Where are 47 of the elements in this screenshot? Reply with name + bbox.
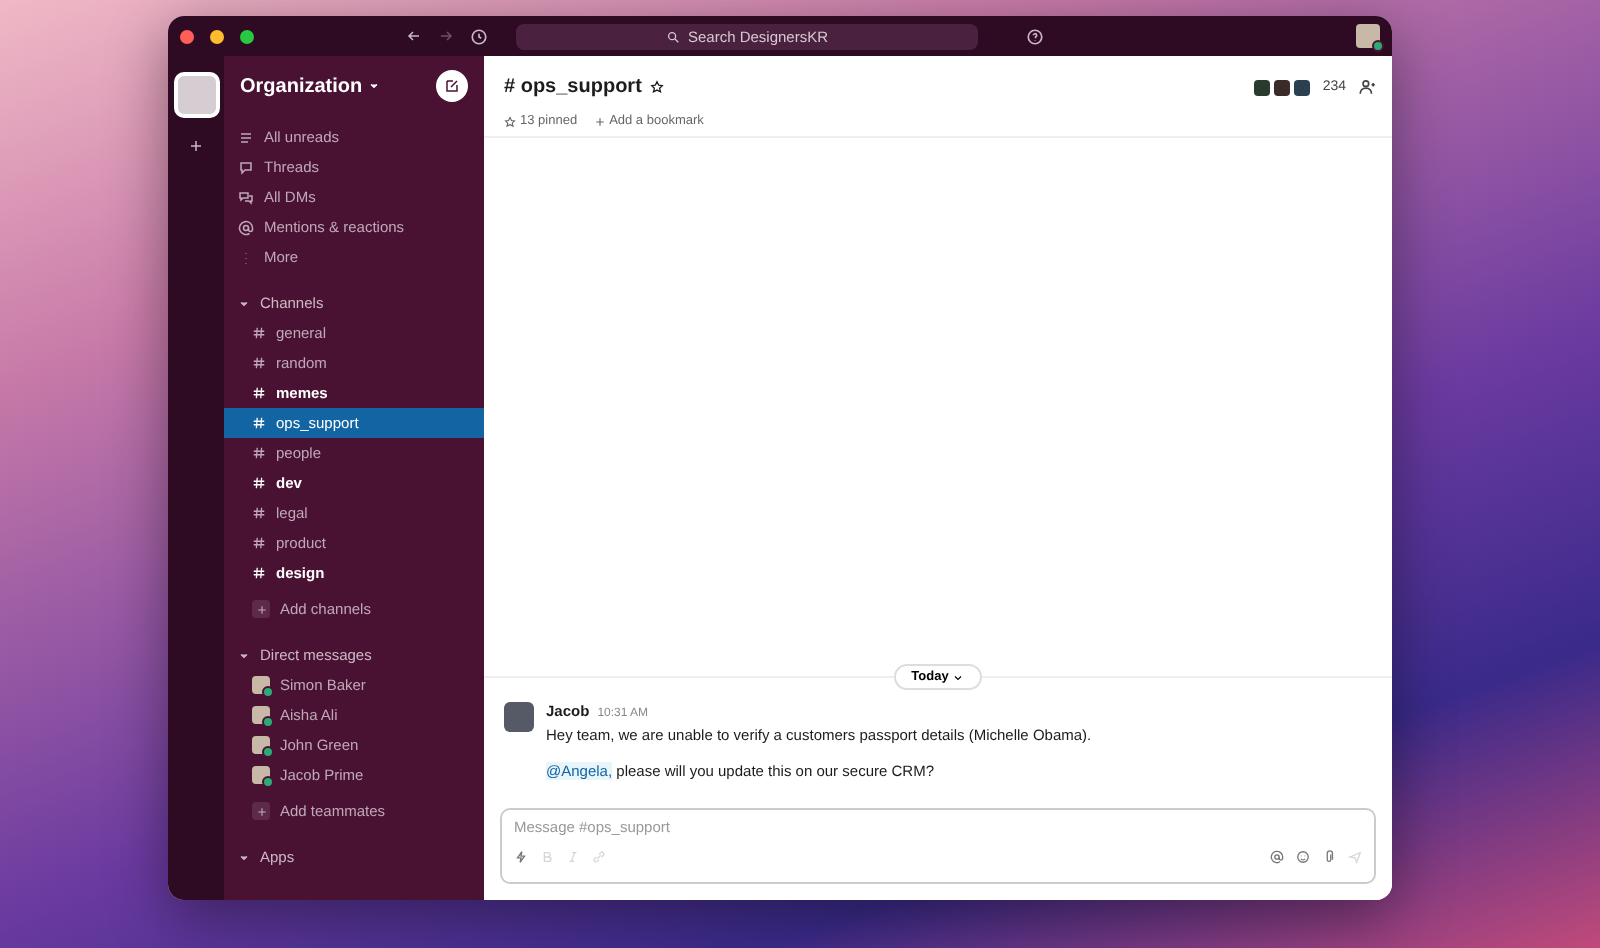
- bold-icon: [540, 849, 554, 863]
- lightning-icon: [514, 849, 528, 863]
- back-arrow-icon[interactable]: [406, 28, 422, 44]
- compose-icon: [444, 78, 460, 94]
- speech-bubble-icon: [238, 159, 254, 175]
- plus-icon: [593, 115, 606, 127]
- workspace-name[interactable]: Organization: [240, 75, 381, 97]
- hash-icon: [252, 566, 266, 580]
- user-avatar[interactable]: [1356, 24, 1380, 48]
- hash-icon: [252, 326, 266, 340]
- chat-bubbles-icon: [238, 189, 254, 205]
- hash-icon: [252, 476, 266, 490]
- attachment-icon: [1322, 849, 1336, 863]
- compose-button[interactable]: [436, 70, 468, 102]
- emoji-icon: [1296, 849, 1310, 863]
- add-person-icon[interactable]: [1358, 78, 1376, 96]
- hash-icon: [252, 536, 266, 550]
- hash-icon: [252, 506, 266, 520]
- hash-icon: [252, 416, 266, 430]
- hash-icon: [252, 386, 266, 400]
- hash-icon: [252, 446, 266, 460]
- plus-icon: [255, 603, 267, 615]
- minimize-icon[interactable]: [210, 29, 224, 43]
- help-icon[interactable]: [1026, 27, 1044, 45]
- italic-icon: [566, 849, 580, 863]
- plus-icon: [255, 805, 267, 817]
- caret-icon: [238, 297, 250, 309]
- avatar-placeholder: [504, 702, 534, 732]
- at-sign-icon: [1270, 849, 1284, 863]
- caret-icon: [238, 649, 250, 661]
- chevron-down-icon: [952, 671, 965, 683]
- workspace-tile[interactable]: [173, 72, 219, 118]
- search-icon: [665, 29, 680, 43]
- maximize-icon[interactable]: [240, 29, 254, 43]
- list-icon: [238, 129, 254, 145]
- forward-arrow-icon[interactable]: [438, 28, 454, 44]
- star-icon: [649, 80, 664, 94]
- history-icon[interactable]: [470, 27, 488, 45]
- hash-icon: [252, 356, 266, 370]
- plus-icon[interactable]: [188, 138, 204, 154]
- channel-title[interactable]: # ops_support: [504, 76, 664, 98]
- caret-icon: [368, 80, 381, 92]
- caret-icon: [238, 851, 250, 863]
- send-icon: [1348, 850, 1362, 864]
- close-icon[interactable]: [180, 29, 194, 43]
- link-icon: [592, 849, 606, 863]
- at-sign-icon: [238, 219, 254, 235]
